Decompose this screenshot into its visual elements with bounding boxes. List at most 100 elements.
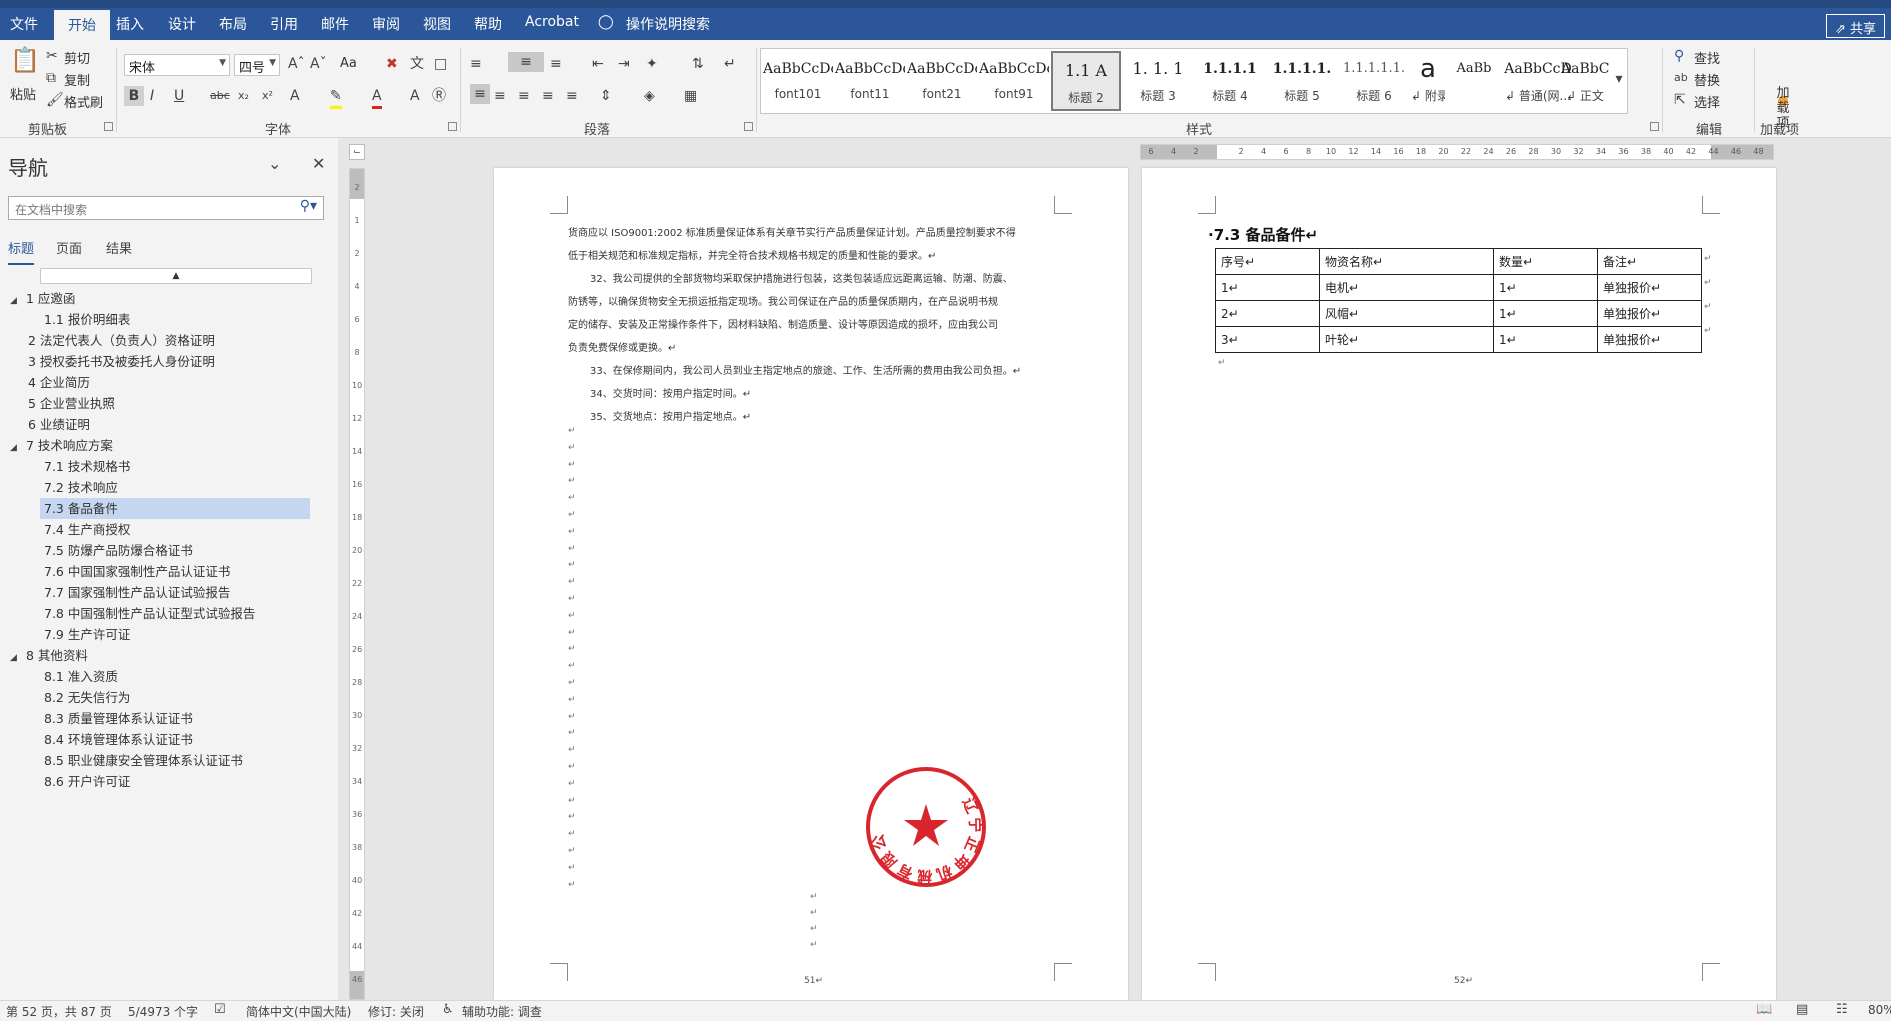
proofing-icon[interactable]: ☑ [214,1002,226,1017]
tree-item[interactable]: 7.4 生产商授权 [44,519,130,540]
cut-button[interactable]: 剪切 [64,48,90,67]
table-cell[interactable]: 1↵ [1493,300,1598,327]
style-heading-4[interactable]: 1.1.1.1 标题 4 [1195,51,1265,111]
borders-icon[interactable]: ▦ [684,86,697,106]
table-cell[interactable]: 单独报价↵ [1597,300,1702,327]
vertical-ruler[interactable]: 2 1 2 4 6 8 10 12 14 16 18 20 22 24 26 28 30 32 34 36 38 40 42… [349,168,365,1000]
table-cell[interactable]: 单独报价↵ [1597,274,1702,301]
tab-mailings[interactable]: 邮件 [321,14,349,34]
style-font11[interactable]: AaBbCcDdI font11 [835,51,905,111]
tree-item[interactable]: 7.9 生产许可证 [44,624,130,645]
track-changes-status[interactable]: 修订: 关闭 [368,1003,424,1020]
tree-item[interactable]: 7.5 防爆产品防爆合格证书 [44,540,193,561]
align-left-icon[interactable]: ≡ [470,84,490,104]
collapse-all-button[interactable]: ▲ [40,268,312,284]
chinese-layout-icon[interactable]: ✦ [646,54,658,74]
tree-item[interactable]: 8.2 无失信行为 [44,687,130,708]
shading-icon[interactable]: ◈ [644,86,655,106]
style-normal-web[interactable]: AaBb [1447,51,1501,111]
table-header-cell[interactable]: 序号↵ [1215,248,1320,275]
style-font91[interactable]: AaBbCcDc font91 [979,51,1049,111]
share-button[interactable]: ⇗ 共享 [1825,14,1885,38]
table-cell[interactable]: 1↵ [1493,274,1598,301]
style-heading-6[interactable]: 1.1.1.1.1. 标题 6 [1339,51,1409,111]
numbering-icon[interactable]: ≡ [508,52,544,72]
show-marks-icon[interactable]: ↵ [724,54,736,74]
clear-formatting-icon[interactable]: ✖ [386,54,398,74]
tree-item[interactable]: 7.1 技术规格书 [44,456,130,477]
tree-item[interactable]: 6 业绩证明 [28,414,90,435]
line-spacing-icon[interactable]: ⇕ [600,86,612,106]
tree-item[interactable]: 8.5 职业健康安全管理体系认证证书 [44,750,243,771]
tab-headings[interactable]: 标题 [8,238,35,265]
copy-icon[interactable]: ⧉ [46,68,56,88]
phonetic-guide-icon[interactable]: 文 [410,54,424,74]
tree-item[interactable]: ◢ 1 应邀函 [10,288,75,309]
table-cell[interactable]: 风帽↵ [1319,300,1494,327]
table-cell[interactable]: 3↵ [1215,326,1320,353]
table-header-cell[interactable]: 数量↵ [1493,248,1598,275]
tree-item[interactable]: 8.4 环境管理体系认证证书 [44,729,193,750]
select-icon[interactable]: ⇱ [1674,90,1686,110]
table-header-cell[interactable]: 物资名称↵ [1319,248,1494,275]
print-layout-icon[interactable]: ▤ [1796,1002,1808,1017]
language-indicator[interactable]: 简体中文(中国大陆) [246,1003,351,1020]
replace-icon[interactable]: ab [1674,68,1688,88]
tree-item[interactable]: 8.1 准入资质 [44,666,118,687]
expand-arrow-icon[interactable]: ◢ [10,291,26,312]
tree-item[interactable]: 3 授权委托书及被委托人身份证明 [28,351,215,372]
table-cell[interactable]: 电机↵ [1319,274,1494,301]
copy-button[interactable]: 复制 [64,70,90,89]
tree-item[interactable]: 8.6 开户许可证 [44,771,130,792]
tree-item[interactable]: 1.1 报价明细表 [44,309,130,330]
style-appendix[interactable]: a ↲ 附录三... [1411,51,1445,111]
accessibility-status[interactable]: 辅助功能: 调查 [462,1003,542,1020]
style-font21[interactable]: AaBbCcDc font21 [907,51,977,111]
web-layout-icon[interactable]: ☷ [1836,1002,1848,1017]
bold-icon[interactable]: B [124,86,144,106]
enclose-character-icon[interactable]: Ⓡ [432,86,446,106]
table-cell[interactable]: 单独报价↵ [1597,326,1702,353]
highlight-icon[interactable]: ✎ [330,86,342,109]
style-heading-3[interactable]: 1. 1. 1 标题 3 [1123,51,1193,111]
tab-file[interactable]: 文件 [10,14,38,34]
text-effects-icon[interactable]: A [290,86,300,106]
decrease-indent-icon[interactable]: ⇤ [592,54,604,74]
tree-item-selected[interactable]: 7.3 备品备件 [40,498,310,519]
bullets-icon[interactable]: ≡ [470,54,482,74]
style-heading-5[interactable]: 1.1.1.1. 标题 5 [1267,51,1337,111]
font-color-icon[interactable]: A [372,86,382,109]
table-cell[interactable]: 叶轮↵ [1319,326,1494,353]
expand-arrow-icon[interactable]: ◢ [10,438,26,459]
paste-icon[interactable]: 📋 [10,48,40,80]
font-name-select[interactable]: 宋体 ▼ [124,54,230,76]
tell-me-search[interactable]: 操作说明搜索 [626,14,710,34]
shrink-font-icon[interactable]: Aˇ [310,54,327,74]
grow-font-icon[interactable]: Aˆ [288,54,305,74]
tree-item[interactable]: ◢ 8 其他资料 [10,645,88,666]
tab-selector-icon[interactable]: ⌙ [349,144,365,160]
tree-item[interactable]: ◢ 7 技术响应方案 [10,435,113,456]
replace-button[interactable]: 替换 [1694,70,1720,89]
tab-results[interactable]: 结果 [106,238,132,263]
increase-indent-icon[interactable]: ⇥ [618,54,630,74]
tree-item[interactable]: 7.2 技术响应 [44,477,118,498]
cut-icon[interactable]: ✂ [46,46,58,66]
read-mode-icon[interactable]: 📖 [1756,1002,1772,1017]
change-case-button[interactable]: Aa [340,56,357,71]
italic-icon[interactable]: I [150,86,154,106]
tree-item[interactable]: 4 企业简历 [28,372,90,393]
font-launcher-icon[interactable] [448,122,457,131]
superscript-icon[interactable]: x² [262,86,273,106]
page-count[interactable]: 第 52 页，共 87 页 [6,1003,112,1020]
strikethrough-icon[interactable]: abc [210,86,230,106]
nav-search-input[interactable]: 在文档中搜索 ⚲▾ [8,196,324,220]
format-painter-button[interactable]: 格式刷 [64,92,103,111]
tab-insert[interactable]: 插入 [116,14,144,34]
pane-resize-handle[interactable] [338,138,344,1000]
style-normal[interactable]: AaBbCcD ↲ 正文 [1561,51,1609,111]
tab-home[interactable]: 开始 [54,10,110,40]
tab-help[interactable]: 帮助 [474,14,502,34]
tree-item[interactable]: 5 企业营业执照 [28,393,115,414]
align-center-icon[interactable]: ≡ [494,86,506,106]
